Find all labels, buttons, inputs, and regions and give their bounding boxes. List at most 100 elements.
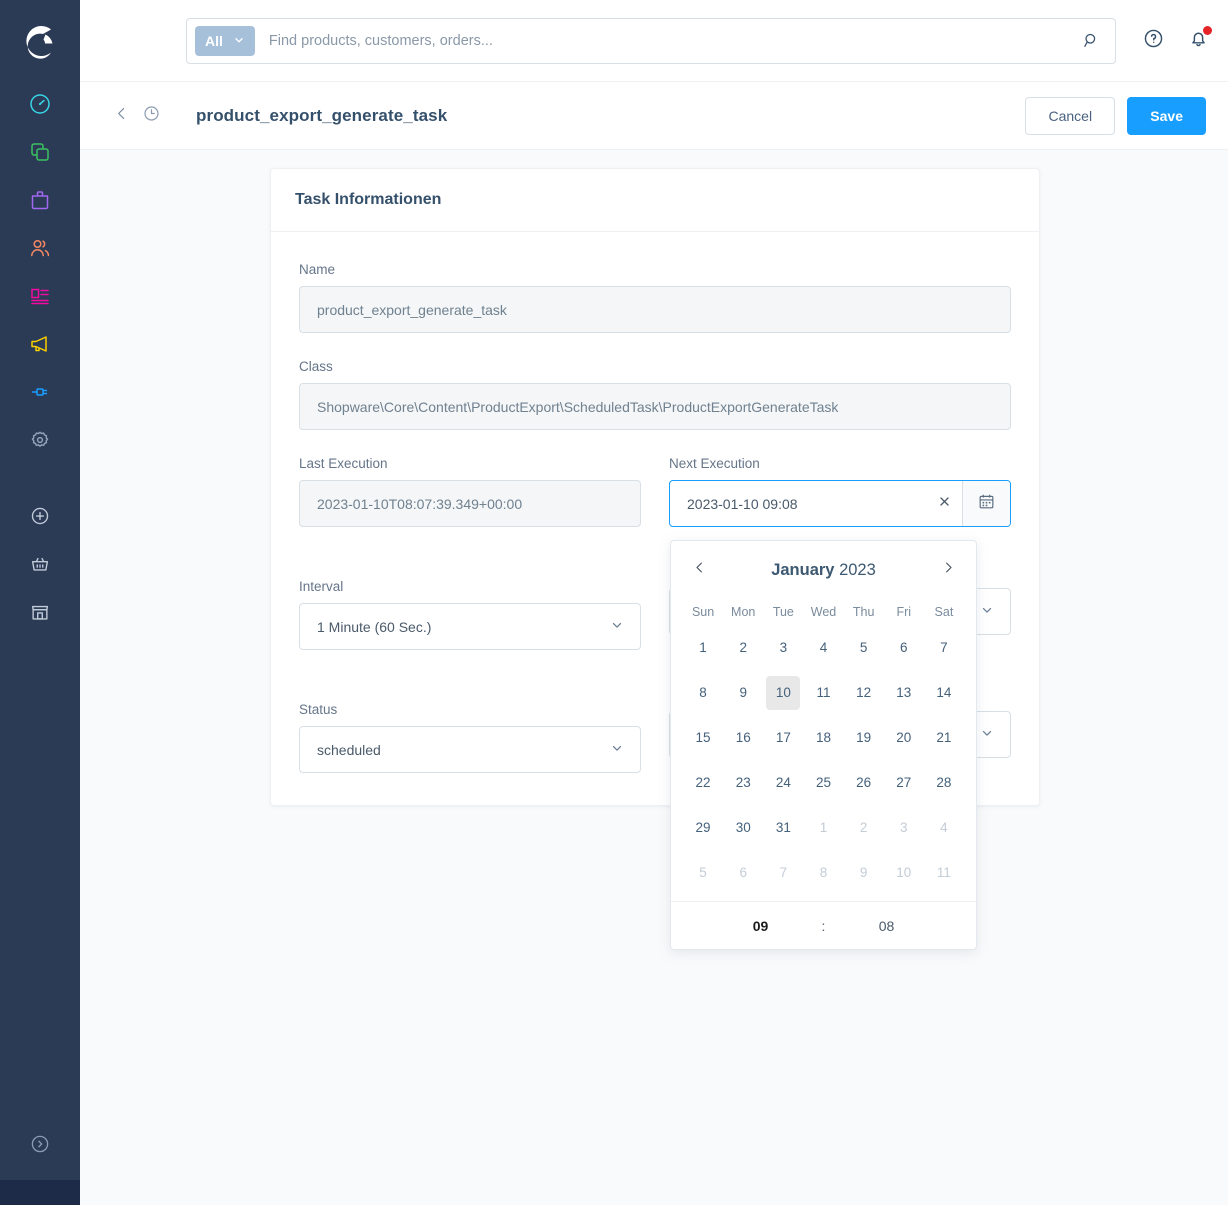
datepicker-day[interactable]: 2 bbox=[723, 625, 763, 670]
datepicker-day[interactable]: 31 bbox=[763, 805, 803, 850]
datepicker-weekday-row: Sun Mon Tue Wed Thu Fri Sat bbox=[683, 599, 964, 625]
datepicker-day[interactable]: 5 bbox=[844, 625, 884, 670]
next-month-button[interactable] bbox=[934, 556, 962, 584]
chevron-down-icon bbox=[610, 618, 624, 635]
close-icon bbox=[938, 495, 951, 513]
datepicker-day[interactable]: 18 bbox=[803, 715, 843, 760]
datepicker-day[interactable]: 3 bbox=[763, 625, 803, 670]
datepicker-day[interactable]: 1 bbox=[803, 805, 843, 850]
interval-select[interactable]: 1 Minute (60 Sec.) bbox=[299, 603, 641, 650]
sidebar-item-basket[interactable] bbox=[0, 542, 80, 590]
calendar-icon bbox=[977, 492, 996, 516]
datepicker-week-row: 22 23 24 25 26 27 28 bbox=[683, 760, 964, 805]
sidebar-item-marketing[interactable] bbox=[0, 322, 80, 370]
sidebar-item-settings[interactable] bbox=[0, 418, 80, 466]
datepicker-day[interactable]: 8 bbox=[803, 850, 843, 895]
open-calendar-button[interactable] bbox=[962, 481, 1010, 526]
datepicker-day[interactable]: 17 bbox=[763, 715, 803, 760]
datepicker-day-label: 14 bbox=[936, 685, 952, 700]
search-icon[interactable] bbox=[1082, 31, 1105, 50]
datepicker-day[interactable]: 9 bbox=[723, 670, 763, 715]
last-execution-input[interactable]: 2023-01-10T08:07:39.349+00:00 bbox=[299, 480, 641, 527]
cancel-button[interactable]: Cancel bbox=[1025, 96, 1116, 135]
datepicker-day[interactable]: 14 bbox=[924, 670, 964, 715]
datepicker-day[interactable]: 12 bbox=[844, 670, 884, 715]
datepicker-day[interactable]: 29 bbox=[683, 805, 723, 850]
name-input[interactable]: product_export_generate_task bbox=[299, 286, 1011, 333]
datepicker-month-year: January 2023 bbox=[713, 561, 934, 580]
datepicker-month[interactable]: January bbox=[771, 561, 834, 579]
datepicker-day-label: 3 bbox=[779, 640, 788, 655]
search-scope-dropdown[interactable]: All bbox=[195, 25, 255, 56]
datepicker-day[interactable]: 13 bbox=[884, 670, 924, 715]
datepicker-day[interactable]: 9 bbox=[844, 850, 884, 895]
datepicker-day[interactable]: 1 bbox=[683, 625, 723, 670]
datepicker-day[interactable]: 22 bbox=[683, 760, 723, 805]
sidebar-item-content[interactable] bbox=[0, 274, 80, 322]
time-minute[interactable]: 08 bbox=[839, 918, 935, 934]
clear-date-button[interactable] bbox=[926, 481, 962, 526]
datepicker-day[interactable]: 3 bbox=[884, 805, 924, 850]
datepicker-day-selected[interactable]: 10 bbox=[763, 670, 803, 715]
sidebar-item-storefront[interactable] bbox=[0, 590, 80, 638]
datepicker-day[interactable]: 19 bbox=[844, 715, 884, 760]
datepicker-day-label: 2 bbox=[739, 640, 747, 655]
sidebar-item-customers[interactable] bbox=[0, 226, 80, 274]
next-execution-datefield[interactable]: 2023-01-10 09:08 bbox=[669, 480, 1011, 527]
back-button[interactable] bbox=[106, 105, 136, 127]
sidebar-nav bbox=[0, 82, 80, 638]
datepicker-day[interactable]: 16 bbox=[723, 715, 763, 760]
notifications-button[interactable] bbox=[1187, 25, 1212, 55]
datepicker-day[interactable]: 11 bbox=[803, 670, 843, 715]
datepicker-day[interactable]: 15 bbox=[683, 715, 723, 760]
datepicker-day[interactable]: 8 bbox=[683, 670, 723, 715]
datepicker-day[interactable]: 7 bbox=[763, 850, 803, 895]
datepicker-day[interactable]: 21 bbox=[924, 715, 964, 760]
datepicker-day[interactable]: 25 bbox=[803, 760, 843, 805]
sidebar-item-catalogues[interactable] bbox=[0, 130, 80, 178]
datepicker-week-row: 29 30 31 1 2 3 4 bbox=[683, 805, 964, 850]
shopware-logo[interactable] bbox=[0, 0, 80, 82]
chevron-left-icon bbox=[692, 560, 707, 580]
time-hour[interactable]: 09 bbox=[713, 918, 809, 934]
datepicker-day[interactable]: 23 bbox=[723, 760, 763, 805]
datepicker-day[interactable]: 10 bbox=[884, 850, 924, 895]
sidebar-item-extensions[interactable] bbox=[0, 370, 80, 418]
search-input[interactable] bbox=[254, 32, 1082, 49]
save-button[interactable]: Save bbox=[1127, 96, 1206, 135]
status-label: Status bbox=[299, 702, 338, 717]
datepicker-day[interactable]: 2 bbox=[844, 805, 884, 850]
history-button[interactable] bbox=[136, 104, 166, 128]
datepicker-day[interactable]: 28 bbox=[924, 760, 964, 805]
datepicker-day[interactable]: 26 bbox=[844, 760, 884, 805]
datepicker-day[interactable]: 6 bbox=[723, 850, 763, 895]
class-input[interactable]: Shopware\Core\Content\ProductExport\Sche… bbox=[299, 383, 1011, 430]
storefront-icon bbox=[29, 601, 51, 628]
datepicker-day[interactable]: 6 bbox=[884, 625, 924, 670]
datepicker-day[interactable]: 4 bbox=[803, 625, 843, 670]
status-select[interactable]: scheduled bbox=[299, 726, 641, 773]
datepicker-day[interactable]: 20 bbox=[884, 715, 924, 760]
datepicker-day[interactable]: 11 bbox=[924, 850, 964, 895]
time-separator: : bbox=[821, 917, 826, 934]
datepicker-week-row: 8 9 10 11 12 13 14 bbox=[683, 670, 964, 715]
datepicker-day-label: 13 bbox=[896, 685, 912, 700]
next-execution-value[interactable]: 2023-01-10 09:08 bbox=[670, 481, 926, 526]
datepicker-day-label: 8 bbox=[819, 865, 828, 880]
sidebar-item-add[interactable] bbox=[0, 494, 80, 542]
gear-icon bbox=[28, 428, 52, 457]
datepicker-day[interactable]: 30 bbox=[723, 805, 763, 850]
sidebar-item-orders[interactable] bbox=[0, 178, 80, 226]
card-header: Task Informationen bbox=[271, 169, 1039, 232]
prev-month-button[interactable] bbox=[685, 556, 713, 584]
datepicker-day[interactable]: 27 bbox=[884, 760, 924, 805]
sidebar-item-dashboard[interactable] bbox=[0, 82, 80, 130]
help-button[interactable] bbox=[1142, 27, 1165, 55]
expand-sidebar-button[interactable] bbox=[0, 1133, 80, 1160]
datepicker-day[interactable]: 4 bbox=[924, 805, 964, 850]
datepicker-year[interactable]: 2023 bbox=[839, 561, 876, 579]
datepicker-day[interactable]: 7 bbox=[924, 625, 964, 670]
datepicker-day[interactable]: 5 bbox=[683, 850, 723, 895]
datepicker-day[interactable]: 24 bbox=[763, 760, 803, 805]
clock-icon bbox=[142, 104, 161, 128]
